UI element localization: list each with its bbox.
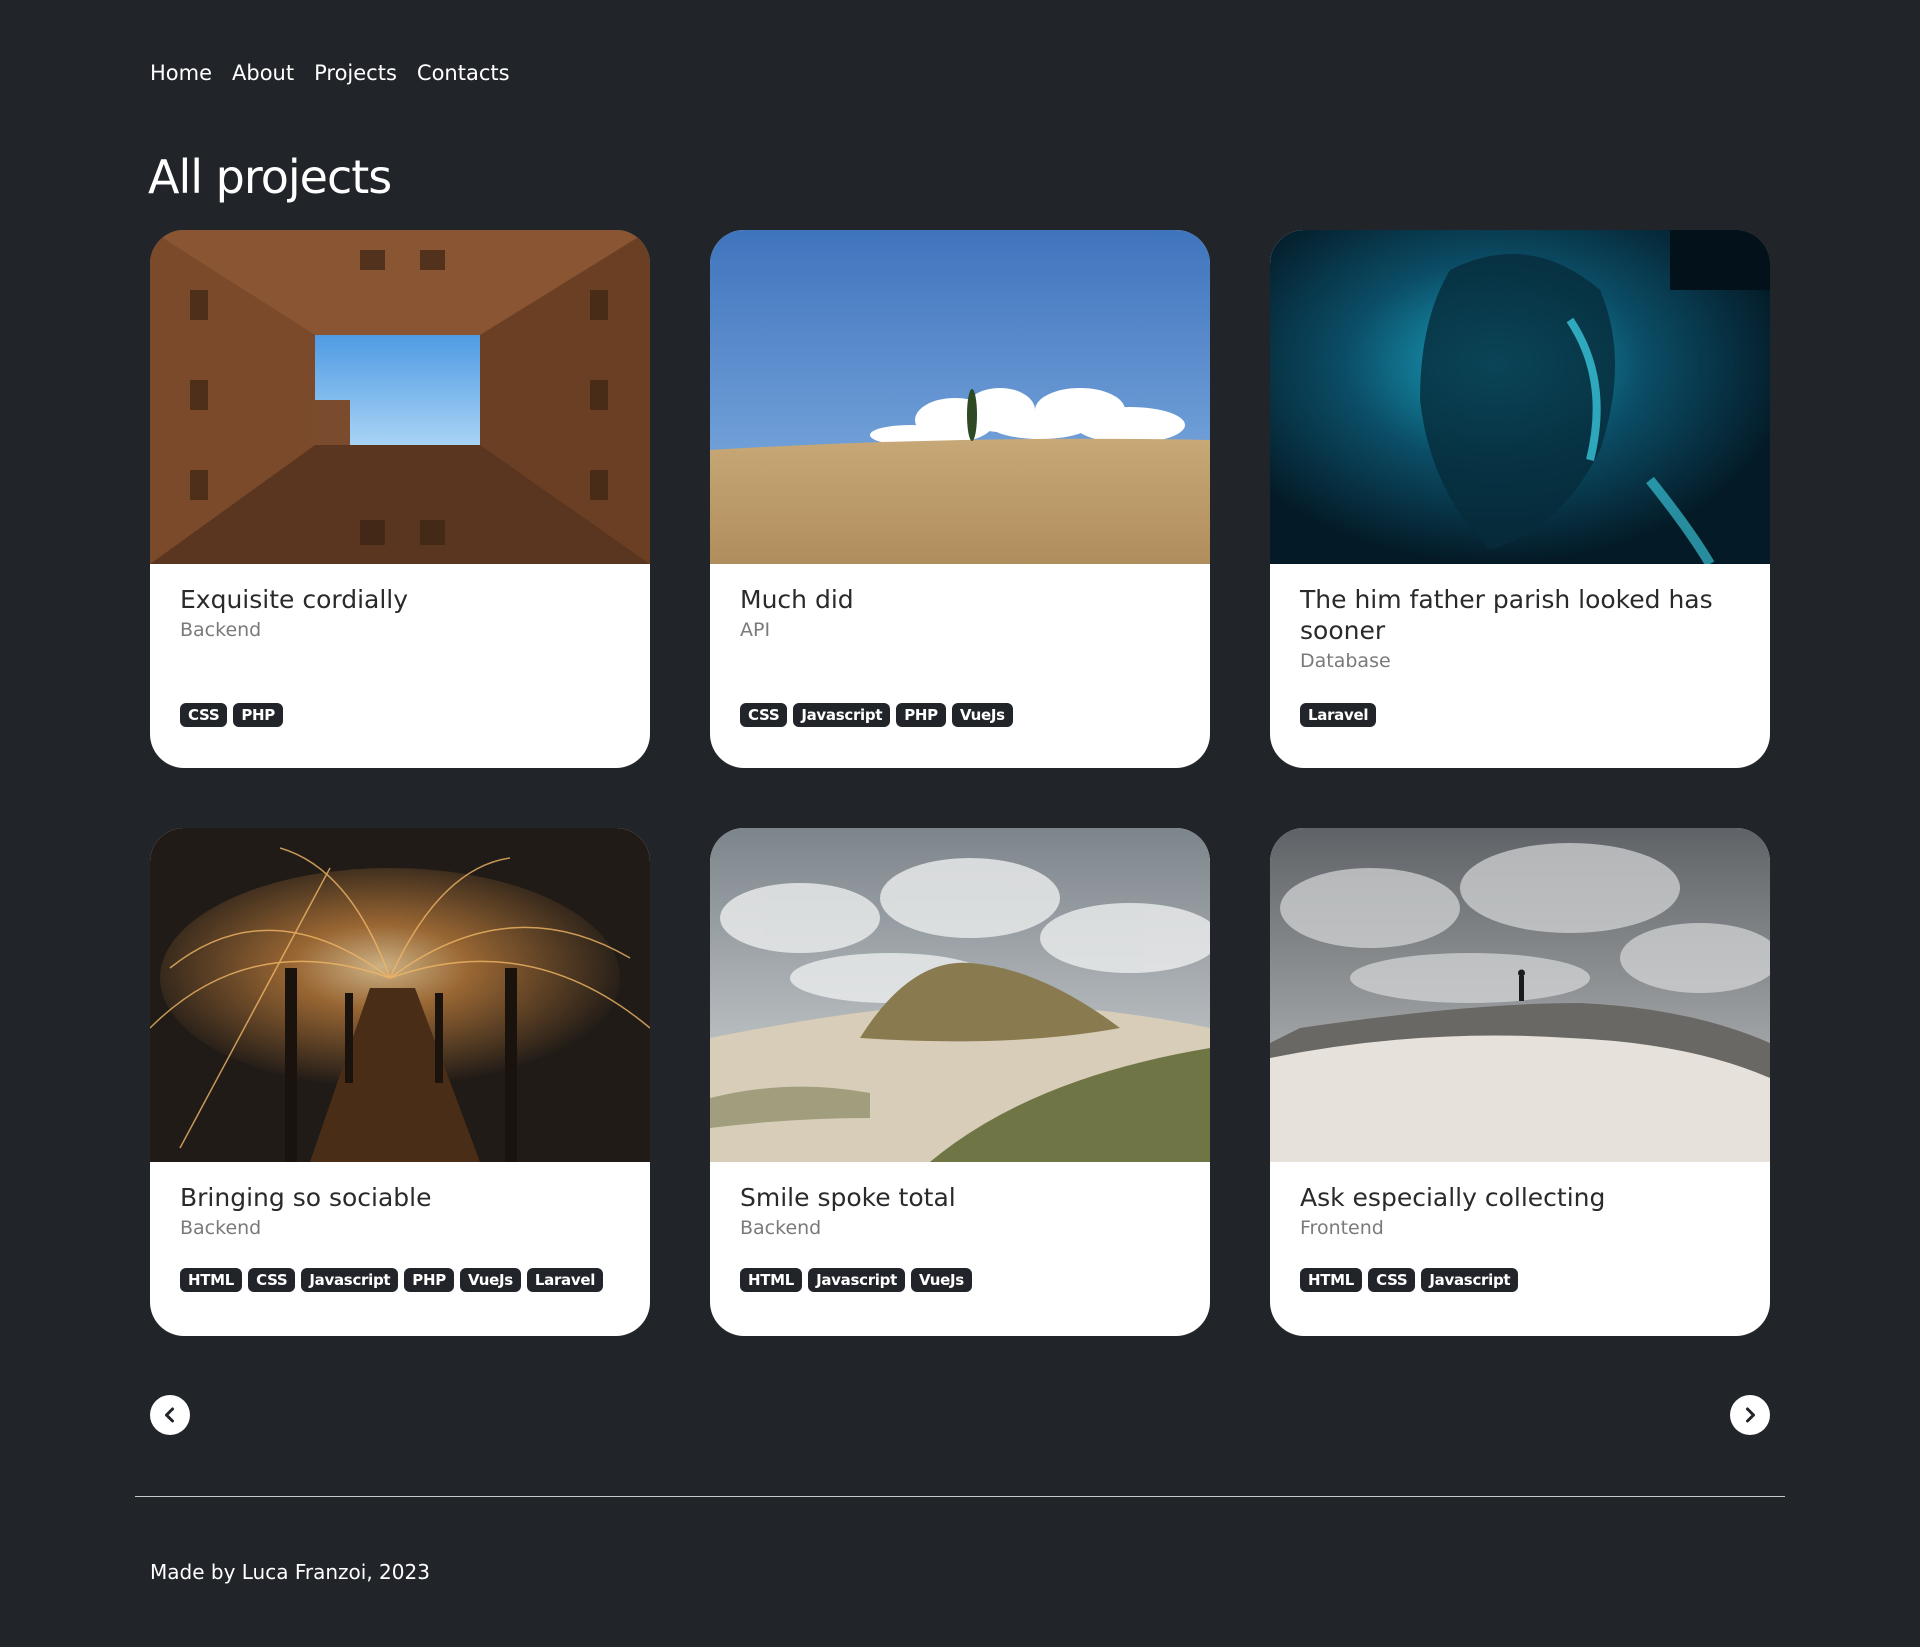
tag-list: HTML CSS Javascript xyxy=(1300,1268,1519,1292)
project-card[interactable]: Ask especially collecting Frontend HTML … xyxy=(1270,828,1770,1336)
project-category: Frontend xyxy=(1300,1217,1384,1239)
project-image xyxy=(710,230,1210,564)
project-category: Database xyxy=(1300,650,1391,672)
project-card[interactable]: Exquisite cordially Backend CSS PHP xyxy=(150,230,650,768)
project-title: Bringing so sociable xyxy=(180,1183,432,1212)
tag: PHP xyxy=(233,703,283,727)
main-nav: Home About Projects Contacts xyxy=(150,61,510,85)
project-title: The him father parish looked has sooner xyxy=(1300,585,1713,645)
page-title: All projects xyxy=(148,150,392,204)
project-image xyxy=(150,828,650,1162)
tag: Javascript xyxy=(1421,1268,1519,1292)
next-page-button[interactable] xyxy=(1730,1395,1770,1435)
tag: CSS xyxy=(180,703,228,727)
project-card[interactable]: The him father parish looked has sooner … xyxy=(1270,230,1770,768)
project-image xyxy=(1270,828,1770,1162)
project-image xyxy=(1270,230,1770,564)
tag: HTML xyxy=(1300,1268,1363,1292)
tag: HTML xyxy=(180,1268,243,1292)
nav-projects[interactable]: Projects xyxy=(314,61,397,85)
tag: VueJs xyxy=(910,1268,972,1292)
nav-about[interactable]: About xyxy=(232,61,294,85)
tag: HTML xyxy=(740,1268,803,1292)
footer-divider xyxy=(135,1496,1785,1497)
project-card[interactable]: Smile spoke total Backend HTML Javascrip… xyxy=(710,828,1210,1336)
project-category: Backend xyxy=(740,1217,822,1239)
prev-page-button[interactable] xyxy=(150,1395,190,1435)
tag-list: HTML CSS Javascript PHP VueJs Laravel xyxy=(180,1268,604,1292)
tag-list: Laravel xyxy=(1300,703,1377,727)
tag-list: CSS PHP xyxy=(180,703,283,727)
tag-list: HTML Javascript VueJs xyxy=(740,1268,972,1292)
tag: Laravel xyxy=(1300,703,1377,727)
project-card[interactable]: Bringing so sociable Backend HTML CSS Ja… xyxy=(150,828,650,1336)
tag: CSS xyxy=(740,703,788,727)
tag-list: CSS Javascript PHP VueJs xyxy=(740,703,1013,727)
footer-credit: Made by Luca Franzoi, 2023 xyxy=(150,1560,430,1584)
project-card[interactable]: Much did API CSS Javascript PHP VueJs xyxy=(710,230,1210,768)
tag: Javascript xyxy=(793,703,891,727)
project-category: Backend xyxy=(180,619,262,641)
project-title: Exquisite cordially xyxy=(180,585,409,614)
tag: VueJs xyxy=(951,703,1013,727)
chevron-right-icon xyxy=(1746,1407,1755,1423)
nav-contacts[interactable]: Contacts xyxy=(417,61,510,85)
project-title: Much did xyxy=(740,585,854,614)
chevron-left-icon xyxy=(165,1407,174,1423)
tag: CSS xyxy=(248,1268,296,1292)
tag: VueJs xyxy=(459,1268,521,1292)
project-title: Smile spoke total xyxy=(740,1183,956,1212)
project-title: Ask especially collecting xyxy=(1300,1183,1606,1212)
tag: PHP xyxy=(896,703,946,727)
tag: Javascript xyxy=(301,1268,399,1292)
project-category: Backend xyxy=(180,1217,262,1239)
project-image xyxy=(710,828,1210,1162)
projects-grid: Exquisite cordially Backend CSS PHP Much… xyxy=(150,230,1770,1336)
nav-home[interactable]: Home xyxy=(150,61,212,85)
project-image xyxy=(150,230,650,564)
tag: Javascript xyxy=(808,1268,905,1292)
project-category: API xyxy=(740,619,771,641)
tag: PHP xyxy=(404,1268,454,1292)
tag: Laravel xyxy=(526,1268,604,1292)
tag: CSS xyxy=(1368,1268,1416,1292)
